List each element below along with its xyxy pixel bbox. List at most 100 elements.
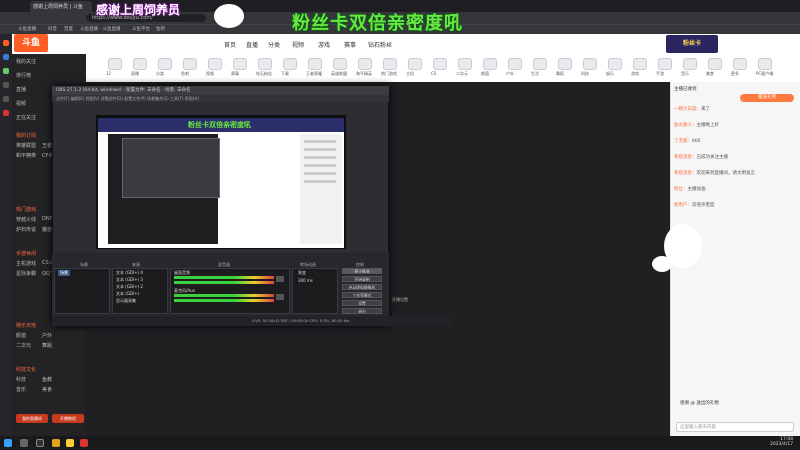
promo-banner[interactable]: 粉丝卡 [666, 35, 718, 53]
category-icon[interactable] [108, 58, 122, 70]
app-taskbar-icon[interactable] [52, 439, 60, 447]
category-icon[interactable] [633, 58, 647, 70]
left-nav-item[interactable]: 排行榜 [16, 72, 31, 79]
category-label[interactable]: 分类 [156, 71, 164, 77]
my-room-button[interactable]: 我的直播间 [16, 414, 48, 423]
category-label[interactable]: 更多 [731, 71, 739, 77]
douyu-icon[interactable] [3, 40, 9, 46]
category-icon[interactable] [133, 58, 147, 70]
category-icon[interactable] [533, 58, 547, 70]
scene-item[interactable]: 场景 [58, 270, 70, 276]
category-label[interactable]: 手游 [656, 71, 664, 77]
nav-item[interactable]: 直播 [246, 40, 258, 49]
source-item[interactable]: 文本 (GDI+) 3 [116, 277, 143, 283]
category-label[interactable]: 舞蹈 [556, 71, 564, 77]
obs-title-bar[interactable]: OBS 27.1.3 (64-bit, windows) - 配置文件: 未命名… [52, 86, 389, 95]
browser-taskbar-icon[interactable] [80, 439, 88, 447]
settings-button[interactable]: 设置 [342, 300, 382, 306]
left-nav-item[interactable]: 二次元 [16, 342, 31, 349]
category-label[interactable]: 视频 [206, 71, 214, 77]
category-label[interactable]: 热门游戏 [381, 71, 397, 77]
studio-mode-button[interactable]: 工作室模式 [342, 292, 382, 298]
category-label[interactable]: 鱼吧 [181, 71, 189, 77]
category-icon[interactable] [758, 58, 772, 70]
bookmark-item[interactable]: 抖音 [48, 26, 57, 32]
left-nav-item[interactable]: 星际争霸 [16, 270, 36, 277]
extension-icon[interactable] [3, 54, 9, 60]
nav-item[interactable]: 游戏 [318, 40, 330, 49]
virtual-camera-button[interactable]: 启动虚拟摄像机 [342, 284, 382, 290]
category-icon[interactable] [583, 58, 597, 70]
folder-icon[interactable] [66, 439, 74, 447]
obs-taskbar-icon[interactable] [36, 439, 44, 447]
category-icon[interactable] [433, 58, 447, 70]
category-label[interactable]: 王者荣耀 [306, 71, 322, 77]
category-icon[interactable] [358, 58, 372, 70]
source-item[interactable]: 文本 (GDI+) 2 [116, 284, 143, 290]
category-label[interactable]: 赛事 [231, 71, 239, 77]
category-icon[interactable] [508, 58, 522, 70]
left-nav-item[interactable]: 视频 [16, 100, 26, 107]
category-icon[interactable] [158, 58, 172, 70]
category-icon[interactable] [608, 58, 622, 70]
category-icon[interactable] [333, 58, 347, 70]
category-icon[interactable] [383, 58, 397, 70]
category-icon[interactable] [283, 58, 297, 70]
category-icon[interactable] [708, 58, 722, 70]
category-icon[interactable] [483, 58, 497, 70]
chat-username[interactable]: 鱼丸路人： [674, 123, 697, 128]
speaker-icon[interactable] [276, 294, 284, 300]
nav-item[interactable]: 首页 [224, 40, 236, 49]
category-label[interactable]: PC客户端 [756, 71, 773, 77]
bookmark-item[interactable]: 鱼吧 [156, 26, 165, 32]
left-nav-item[interactable]: 舞蹈 [42, 342, 52, 349]
start-recording-button[interactable]: 开始录制 [342, 276, 382, 282]
left-nav-item[interactable]: 我的关注 [16, 58, 36, 65]
duration-input[interactable]: 300 ms [296, 278, 315, 283]
left-nav-item[interactable]: 炉石传说 [16, 226, 36, 233]
nav-item[interactable]: 分类 [268, 40, 280, 49]
left-nav-item[interactable]: 英雄联盟 [16, 142, 36, 149]
nav-item[interactable]: 赛事 [344, 40, 356, 49]
category-icon[interactable] [308, 58, 322, 70]
category-label[interactable]: 音乐 [681, 71, 689, 77]
category-icon[interactable] [233, 58, 247, 70]
category-icon[interactable] [458, 58, 472, 70]
left-nav-item[interactable]: 科技 [16, 376, 26, 383]
chat-username[interactable]: 系统消息： [674, 155, 697, 160]
left-nav-item[interactable]: 和平精英 [16, 152, 36, 159]
category-label[interactable]: 科技 [581, 71, 589, 77]
speaker-icon[interactable] [276, 276, 284, 282]
left-nav-item[interactable]: 穿越火线 [16, 216, 36, 223]
source-item[interactable]: 文本 (GDI+) 4 [116, 270, 143, 276]
nav-item[interactable]: 钻石粉丝 [368, 40, 392, 49]
category-icon[interactable] [183, 58, 197, 70]
category-label[interactable]: 下载 [281, 71, 289, 77]
left-nav-item[interactable]: 鱼教 [42, 376, 52, 383]
category-label[interactable]: 颜值 [481, 71, 489, 77]
category-icon[interactable] [683, 58, 697, 70]
category-label[interactable]: CS [431, 71, 436, 76]
start-icon[interactable] [4, 439, 12, 447]
extension-icon[interactable] [3, 82, 9, 88]
source-item[interactable]: 文本 (GDI+) [116, 291, 139, 297]
category-label[interactable]: 二次元 [456, 71, 468, 77]
category-label[interactable]: 直播 [131, 71, 139, 77]
left-nav-item[interactable]: 直播 [16, 86, 26, 93]
category-label[interactable]: 美食 [706, 71, 714, 77]
left-nav-item[interactable]: 正在关注 [16, 114, 36, 121]
douyu-logo[interactable]: 斗鱼 [14, 34, 48, 52]
category-label[interactable]: 娱乐 [606, 71, 614, 77]
left-nav-item[interactable]: 户外 [42, 332, 52, 339]
left-nav-item[interactable]: 美食 [42, 386, 52, 393]
stop-stream-button[interactable]: 停止推流 [342, 268, 382, 274]
bookmark-item[interactable]: 百度 [64, 26, 73, 32]
extension-icon[interactable] [3, 68, 9, 74]
browser-tab[interactable]: 感谢上周饲养员 | 斗鱼 [30, 1, 92, 12]
gift-button[interactable]: 赠送礼物 [740, 94, 794, 102]
category-icon[interactable] [258, 58, 272, 70]
category-icon[interactable] [658, 58, 672, 70]
category-icon[interactable] [733, 58, 747, 70]
extension-icon[interactable] [3, 110, 9, 116]
category-icon[interactable] [208, 58, 222, 70]
